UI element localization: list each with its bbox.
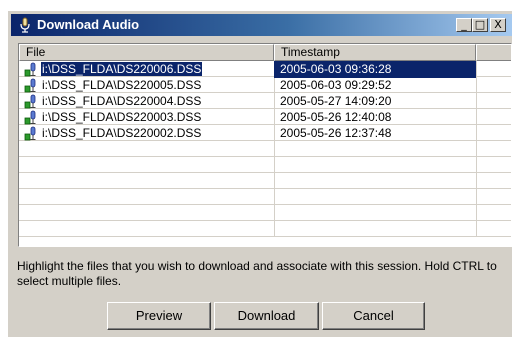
- instructions-text: Highlight the files that you wish to dow…: [17, 259, 497, 288]
- title-bar[interactable]: Download Audio _ □ X: [11, 14, 512, 36]
- file-cell: i:\DSS_FLDA\DS220005.DSS: [19, 77, 274, 94]
- table-row[interactable]: i:\DSS_FLDA\DS220005.DSS 2005-06-03 09:29…: [19, 77, 511, 94]
- file-cell: i:\DSS_FLDA\DS220002.DSS: [19, 125, 274, 142]
- file-name: i:\DSS_FLDA\DS220002.DSS: [42, 126, 202, 140]
- grid-line: [19, 204, 511, 205]
- dss-audio-file-icon: [24, 110, 36, 125]
- timestamp-cell: 2005-06-03 09:29:52: [280, 78, 392, 92]
- grid-line: [19, 236, 511, 237]
- close-button[interactable]: X: [490, 18, 506, 32]
- window-title: Download Audio: [37, 17, 140, 32]
- maximize-button[interactable]: □: [472, 18, 488, 32]
- column-header-blank[interactable]: [476, 44, 511, 61]
- download-button[interactable]: Download: [214, 302, 319, 330]
- timestamp-cell: 2005-05-26 12:40:08: [280, 110, 392, 124]
- dss-audio-file-icon: [24, 94, 36, 109]
- preview-button[interactable]: Preview: [107, 302, 211, 330]
- dss-audio-file-icon: [24, 126, 36, 141]
- table-row[interactable]: i:\DSS_FLDA\DS220002.DSS 2005-05-26 12:37…: [19, 125, 511, 142]
- timestamp-cell: 2005-06-03 09:36:28: [274, 61, 476, 78]
- table-row[interactable]: i:\DSS_FLDA\DS220006.DSS 2005-06-03 09:36…: [19, 61, 511, 78]
- list-header: File Timestamp: [19, 44, 511, 61]
- timestamp-cell: 2005-05-26 12:37:48: [280, 126, 392, 140]
- grid-line: [19, 172, 511, 173]
- microphone-icon: [20, 17, 30, 33]
- grid-line: [19, 188, 511, 189]
- file-name: i:\DSS_FLDA\DS220006.DSS: [41, 62, 203, 76]
- file-name: i:\DSS_FLDA\DS220004.DSS: [42, 94, 202, 108]
- dss-audio-file-icon: [24, 78, 36, 93]
- column-header-timestamp[interactable]: Timestamp: [274, 44, 476, 61]
- table-row[interactable]: i:\DSS_FLDA\DS220003.DSS 2005-05-26 12:40…: [19, 109, 511, 126]
- file-cell: i:\DSS_FLDA\DS220004.DSS: [19, 93, 274, 110]
- grid-line: [19, 156, 511, 157]
- timestamp-cell: 2005-05-27 14:09:20: [280, 94, 392, 108]
- file-name: i:\DSS_FLDA\DS220005.DSS: [42, 78, 202, 92]
- file-cell: i:\DSS_FLDA\DS220003.DSS: [19, 109, 274, 126]
- dss-audio-file-icon: [24, 62, 36, 77]
- file-name: i:\DSS_FLDA\DS220003.DSS: [42, 110, 202, 124]
- column-header-file[interactable]: File: [19, 44, 274, 61]
- cancel-button[interactable]: Cancel: [322, 302, 425, 330]
- grid-line: [19, 220, 511, 221]
- download-audio-dialog: Download Audio _ □ X File Timestamp i:\D…: [8, 11, 512, 337]
- file-cell: i:\DSS_FLDA\DS220006.DSS: [19, 61, 274, 78]
- table-row[interactable]: i:\DSS_FLDA\DS220004.DSS 2005-05-27 14:09…: [19, 93, 511, 110]
- file-list[interactable]: File Timestamp i:\DSS_FLDA\DS220006.DSS 2…: [18, 43, 512, 247]
- minimize-button[interactable]: _: [456, 18, 472, 32]
